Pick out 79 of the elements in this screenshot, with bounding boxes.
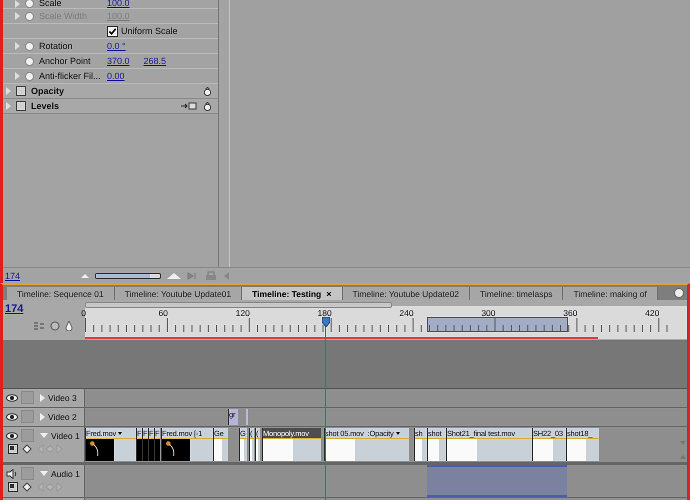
- zoom-slider[interactable]: [95, 272, 161, 278]
- property-value[interactable]: 0.00: [107, 71, 125, 81]
- property-value[interactable]: 268.5: [144, 56, 166, 66]
- timeline-tab[interactable]: Timeline: Youtube Update01: [114, 287, 242, 300]
- ruler-label: 120: [236, 308, 250, 318]
- playhead-icon[interactable]: [322, 317, 330, 327]
- display-style-icon[interactable]: [8, 444, 18, 454]
- track-name: Video 1: [51, 430, 80, 440]
- loop-icon[interactable]: [205, 270, 217, 280]
- timeline-tab[interactable]: Timeline: making of: [563, 287, 658, 300]
- checkbox-label: Uniform Scale: [121, 26, 178, 36]
- property-value[interactable]: 0.0 °: [107, 41, 126, 51]
- clip-thumbnail: [250, 439, 252, 461]
- clip-thumbnail: [256, 439, 258, 461]
- marker-icon[interactable]: [50, 321, 60, 331]
- property-value[interactable]: 100.0: [107, 0, 130, 8]
- clip-thumbnail: [567, 439, 586, 461]
- timeline-tab[interactable]: Timeline: Youtube Update02: [342, 287, 470, 300]
- reset-icon[interactable]: [203, 102, 212, 110]
- zoom-out-icon[interactable]: [81, 274, 89, 278]
- clip-thumbnail: [533, 439, 553, 461]
- speaker-icon[interactable]: [6, 468, 18, 478]
- ruler-label: 0: [81, 308, 86, 318]
- effect-name: Opacity: [31, 86, 66, 96]
- timeline-tab[interactable]: Timeline: Sequence 01: [7, 287, 115, 300]
- display-style-icon[interactable]: [8, 482, 18, 492]
- lock-toggle[interactable]: [21, 391, 34, 404]
- clip-thumbnail: [415, 439, 422, 461]
- panel-menu-icon[interactable]: [674, 288, 684, 298]
- eye-icon[interactable]: [6, 412, 18, 420]
- lock-toggle[interactable]: [21, 467, 34, 480]
- property-name: Anchor Point: [39, 56, 92, 66]
- clip-thumbnail: [447, 439, 477, 461]
- ruler-label: 240: [399, 308, 414, 318]
- clip-thumbnail: [428, 439, 439, 461]
- lock-toggle[interactable]: [21, 429, 34, 442]
- track-name: Video 3: [48, 392, 77, 402]
- timeline-tab[interactable]: Timeline: timelasps: [470, 287, 564, 300]
- eye-icon[interactable]: [6, 432, 18, 440]
- expand-triangle-icon[interactable]: [15, 42, 20, 50]
- expand-triangle-icon[interactable]: [40, 412, 45, 420]
- property-name: Anti-flicker Fil...: [39, 71, 102, 81]
- expand-triangle-icon[interactable]: [40, 471, 48, 476]
- work-area-selection[interactable]: [427, 317, 568, 332]
- track-name: Video 2: [48, 412, 77, 422]
- clip-thumbnail: [86, 439, 114, 461]
- close-icon[interactable]: ×: [326, 288, 332, 298]
- eye-icon[interactable]: [6, 394, 18, 402]
- caret-icon[interactable]: [396, 432, 400, 434]
- ruler-label: 300: [481, 308, 496, 318]
- timeline-tab[interactable]: Timeline: Testing ×: [242, 287, 343, 300]
- ruler-label: 360: [563, 308, 578, 318]
- effect-name: Levels: [31, 101, 60, 111]
- current-time[interactable]: 174: [5, 303, 24, 315]
- keyframe-icon[interactable]: [22, 482, 32, 492]
- reset-icon[interactable]: [203, 86, 212, 96]
- ruler-label: 180: [318, 308, 332, 318]
- ruler-label: 420: [645, 308, 660, 318]
- track-name: Audio 1: [51, 468, 80, 478]
- property-name: Rotation: [39, 41, 74, 51]
- clip-thumbnail: [162, 439, 190, 461]
- property-value[interactable]: 370.0: [107, 56, 130, 66]
- clip-thumbnail: [240, 439, 244, 461]
- work-area-bar[interactable]: [85, 302, 392, 308]
- clip-thumbnail: [325, 439, 355, 461]
- drop-icon[interactable]: [65, 321, 73, 331]
- reset-arrow-icon[interactable]: [181, 102, 197, 110]
- lock-toggle[interactable]: [21, 410, 34, 423]
- keyframe-icon[interactable]: [22, 444, 32, 454]
- expand-triangle-icon[interactable]: [40, 433, 48, 438]
- caret-icon[interactable]: [118, 432, 122, 434]
- snap-icon[interactable]: [33, 321, 45, 331]
- checkbox[interactable]: [107, 26, 118, 36]
- ruler-label: 60: [158, 308, 168, 318]
- current-time[interactable]: 174: [5, 270, 75, 280]
- clip-thumbnail: [263, 439, 293, 461]
- clip-thumbnail: [214, 439, 222, 461]
- expand-triangle-icon[interactable]: [40, 394, 45, 402]
- expand-triangle-icon[interactable]: [15, 0, 20, 8]
